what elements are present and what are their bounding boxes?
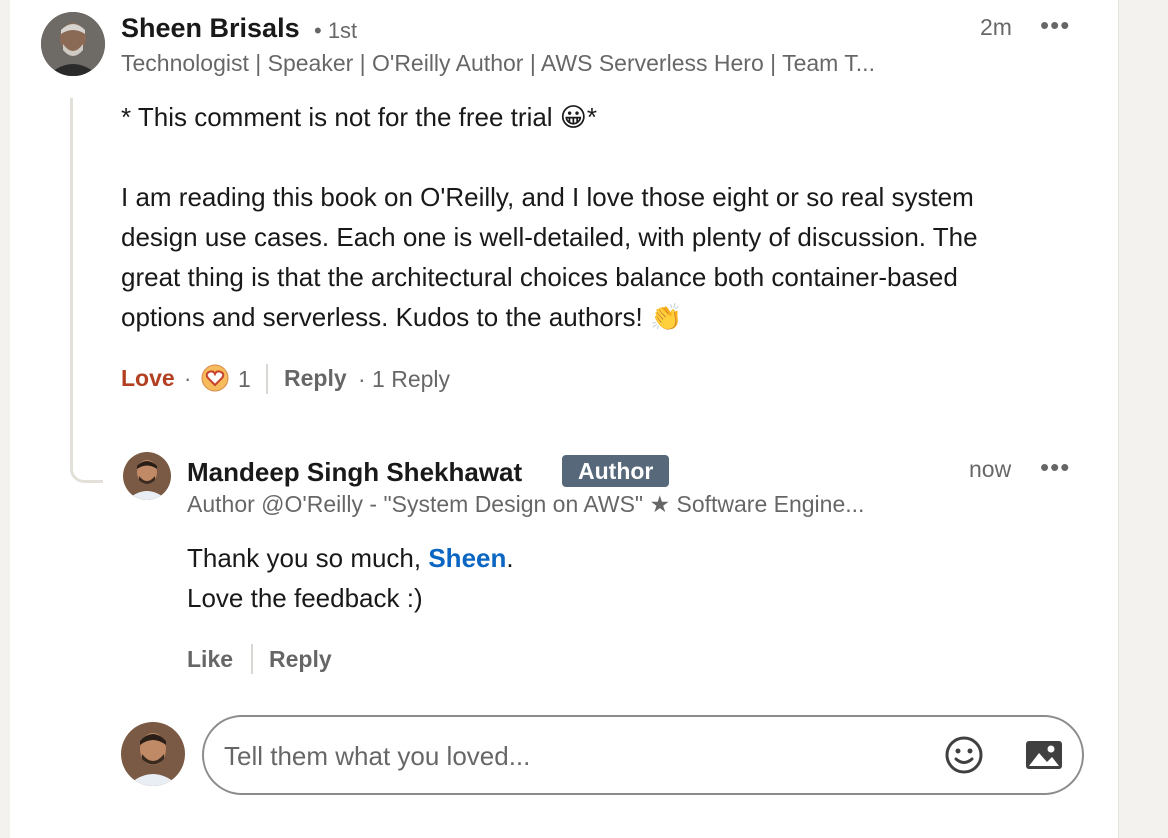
reply-text-prefix: Thank you so much, xyxy=(187,543,429,573)
like-button[interactable]: Like xyxy=(187,646,233,673)
avatar[interactable] xyxy=(41,12,105,76)
reply-text-line1: Thank you so much, Sheen. xyxy=(187,538,514,578)
comment-author-headline: Technologist | Speaker | O'Reilly Author… xyxy=(121,50,875,76)
reply-button[interactable]: Reply xyxy=(284,365,347,392)
reaction-separator-dot: · xyxy=(184,366,192,391)
mention-link[interactable]: Sheen xyxy=(428,543,506,573)
reply-more-options-icon[interactable]: ••• xyxy=(1040,454,1070,480)
comment-text-line1: * This comment is not for the free trial… xyxy=(121,102,598,132)
reply-author-headline: Author @O'Reilly - "System Design on AWS… xyxy=(187,491,865,517)
reply-reply-button[interactable]: Reply xyxy=(269,646,332,673)
comment-composer[interactable] xyxy=(202,715,1084,795)
action-divider xyxy=(266,364,268,394)
more-options-icon[interactable]: ••• xyxy=(1040,12,1070,38)
heart-reaction-icon[interactable] xyxy=(201,364,229,392)
thread-connector xyxy=(70,98,103,483)
page-gutter xyxy=(1118,0,1168,838)
author-badge: Author xyxy=(562,455,670,487)
action-divider xyxy=(251,644,253,674)
composer-avatar xyxy=(121,722,185,786)
image-icon[interactable] xyxy=(1024,737,1064,773)
reply-avatar[interactable] xyxy=(123,452,171,500)
smiley-icon[interactable] xyxy=(944,735,984,775)
reply-author-name[interactable]: Mandeep Singh Shekhawat xyxy=(187,457,522,488)
reply-timestamp: now xyxy=(969,456,1012,482)
comment-author-name[interactable]: Sheen Brisals xyxy=(121,13,300,44)
reply-count[interactable]: · 1 Reply xyxy=(358,366,450,393)
comment-text-body: I am reading this book on O'Reilly, and … xyxy=(121,182,978,332)
reply-text-line2: Love the feedback :) xyxy=(187,583,423,613)
reply-text-suffix: . xyxy=(506,543,514,573)
connection-degree: • 1st xyxy=(314,18,358,43)
reaction-love-label[interactable]: Love xyxy=(121,365,175,392)
comment-timestamp: 2m xyxy=(980,14,1012,40)
reply-input[interactable] xyxy=(222,735,926,777)
reaction-count[interactable]: 1 xyxy=(238,366,251,393)
